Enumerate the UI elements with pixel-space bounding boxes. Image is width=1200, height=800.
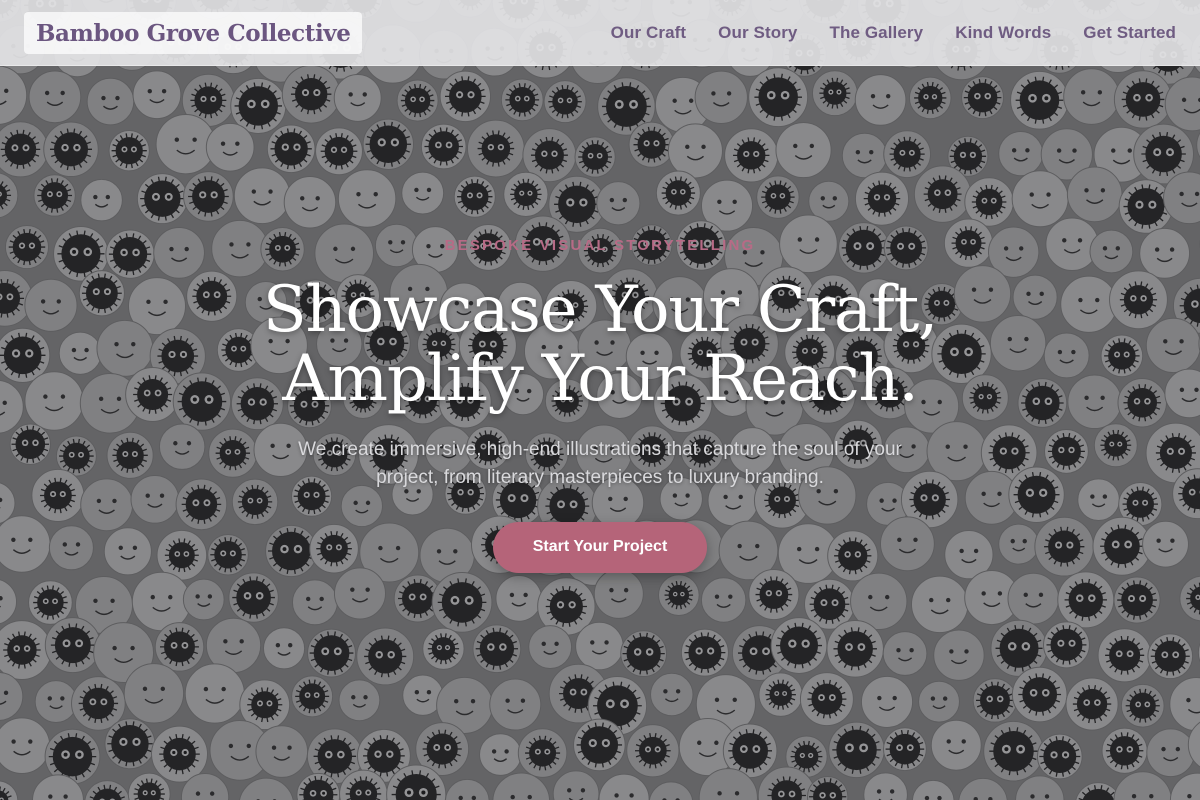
site-header: Bamboo Grove Collective Our Craft Our St… xyxy=(0,0,1200,66)
nav-link-our-craft[interactable]: Our Craft xyxy=(611,23,687,43)
hero-headline: Showcase Your Craft, Amplify Your Reach. xyxy=(150,276,1050,414)
hero-eyebrow: BESPOKE VISUAL STORYTELLING xyxy=(444,237,756,254)
brand-logo-link[interactable]: Bamboo Grove Collective xyxy=(24,11,363,54)
hero-headline-line-2: Amplify Your Reach. xyxy=(282,342,918,416)
nav-link-the-gallery[interactable]: The Gallery xyxy=(829,23,923,43)
nav-link-our-story[interactable]: Our Story xyxy=(718,23,797,43)
main-nav: Our Craft Our Story The Gallery Kind Wor… xyxy=(579,23,1176,43)
nav-link-get-started[interactable]: Get Started xyxy=(1083,23,1176,43)
start-project-button[interactable]: Start Your Project xyxy=(492,522,708,573)
hero-subtext: We create immersive, high-end illustrati… xyxy=(298,439,902,488)
nav-link-kind-words[interactable]: Kind Words xyxy=(955,23,1051,43)
hero-headline-line-1: Showcase Your Craft, xyxy=(262,273,938,347)
hero-section: BESPOKE VISUAL STORYTELLING Showcase You… xyxy=(0,66,1200,800)
